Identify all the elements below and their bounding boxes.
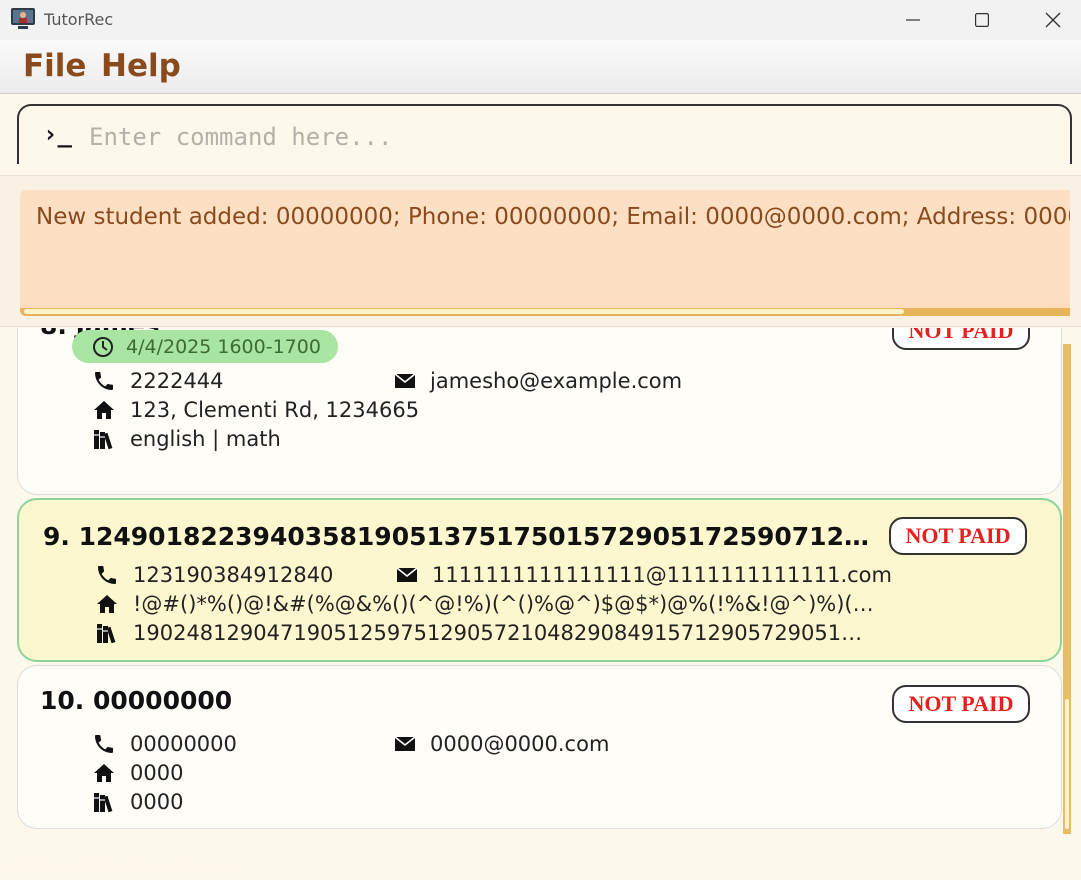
student-card[interactable]: 10. 00000000 NOT PAID 00000000 0000@0000… (17, 665, 1062, 829)
email-row: 1111111111111111@1111111111111.com (396, 563, 892, 587)
student-list: 8. James NOT PAID 4/4/2025 1600-1700 222… (0, 328, 1081, 843)
books-icon (97, 624, 116, 644)
home-icon (94, 764, 114, 782)
close-button[interactable] (1017, 0, 1081, 40)
subjects-text: 0000 (130, 790, 184, 814)
command-box: ›_ (17, 104, 1072, 164)
address-row: 0000 (92, 761, 183, 785)
menu-help[interactable]: Help (101, 48, 181, 84)
address-text: 0000 (130, 761, 184, 785)
status-bar: .\data\addressbook.json (0, 843, 1081, 880)
student-title: 9. 1249018223940358190513751750157290517… (43, 522, 877, 551)
books-icon (94, 793, 113, 813)
payment-status-badge: NOT PAID (889, 517, 1027, 555)
data-file-path: .\data\addressbook.json (4, 855, 232, 877)
student-card-selected[interactable]: 9. 1249018223940358190513751750157290517… (17, 498, 1062, 662)
email-icon (394, 373, 416, 388)
email-text: jamesho@example.com (430, 369, 683, 393)
payment-status-badge: NOT PAID (892, 685, 1030, 723)
student-title: 10. 00000000 (40, 686, 233, 715)
result-display-area: New student added: 00000000; Phone: 0000… (0, 175, 1081, 327)
menu-file[interactable]: File (23, 48, 86, 84)
email-icon (396, 567, 418, 582)
phone-text: 2222444 (130, 369, 224, 393)
terminal-prompt-icon: ›_ (43, 120, 72, 148)
subjects-row: english | math (92, 427, 281, 451)
phone-row: 2222444 (92, 369, 224, 393)
email-icon (394, 736, 416, 751)
list-scrollbar-thumb[interactable] (1065, 699, 1069, 829)
tutorrec-app-icon (11, 8, 35, 29)
subjects-text: english | math (130, 427, 281, 451)
phone-icon (95, 372, 113, 390)
schedule-tag: 4/4/2025 1600-1700 (72, 330, 338, 363)
title-bar: TutorRec (0, 0, 1081, 40)
books-icon (94, 430, 113, 450)
email-row: jamesho@example.com (394, 369, 682, 393)
clock-icon (93, 336, 113, 357)
address-text: !@#()*%()@!&#(%@&%()(^@!%)(^()%@^)$@$*)@… (133, 592, 875, 616)
schedule-text: 4/4/2025 1600-1700 (126, 335, 321, 358)
window-title: TutorRec (44, 10, 114, 29)
close-icon (1045, 12, 1061, 28)
student-card[interactable]: 8. James NOT PAID 4/4/2025 1600-1700 222… (17, 328, 1062, 495)
minimize-icon (906, 19, 920, 21)
subjects-row: 1902481290471905125975129057210482908491… (95, 621, 875, 645)
phone-text: 123190384912840 (133, 563, 334, 587)
phone-text: 00000000 (130, 732, 237, 756)
command-area: ›_ (0, 95, 1081, 173)
address-row: 123, Clementi Rd, 1234665 (92, 398, 419, 422)
maximize-button[interactable] (946, 0, 1018, 40)
phone-row: 00000000 (92, 732, 237, 756)
phone-icon (98, 566, 116, 584)
phone-icon (95, 735, 113, 753)
result-display: New student added: 00000000; Phone: 0000… (20, 190, 1070, 316)
list-vertical-scrollbar[interactable] (1063, 344, 1071, 834)
maximize-icon (975, 13, 989, 27)
email-row: 0000@0000.com (394, 732, 609, 756)
address-row: !@#()*%()@!&#(%@&%()(^@!%)(^()%@^)$@$*)@… (95, 592, 875, 616)
subjects-text: 1902481290471905125975129057210482908491… (133, 621, 875, 645)
email-text: 1111111111111111@1111111111111.com (432, 563, 892, 587)
home-icon (97, 595, 117, 613)
phone-row: 123190384912840 (95, 563, 333, 587)
result-horizontal-scrollbar[interactable] (20, 308, 1070, 316)
minimize-button[interactable] (877, 0, 949, 40)
payment-status-badge: NOT PAID (892, 328, 1030, 350)
home-icon (94, 401, 114, 419)
result-scrollbar-thumb[interactable] (24, 309, 904, 314)
command-input[interactable] (87, 120, 1051, 154)
result-message: New student added: 00000000; Phone: 0000… (36, 204, 1070, 230)
address-text: 123, Clementi Rd, 1234665 (130, 398, 420, 422)
email-text: 0000@0000.com (430, 732, 610, 756)
subjects-row: 0000 (92, 790, 183, 814)
menu-bar: File Help (0, 40, 1081, 94)
